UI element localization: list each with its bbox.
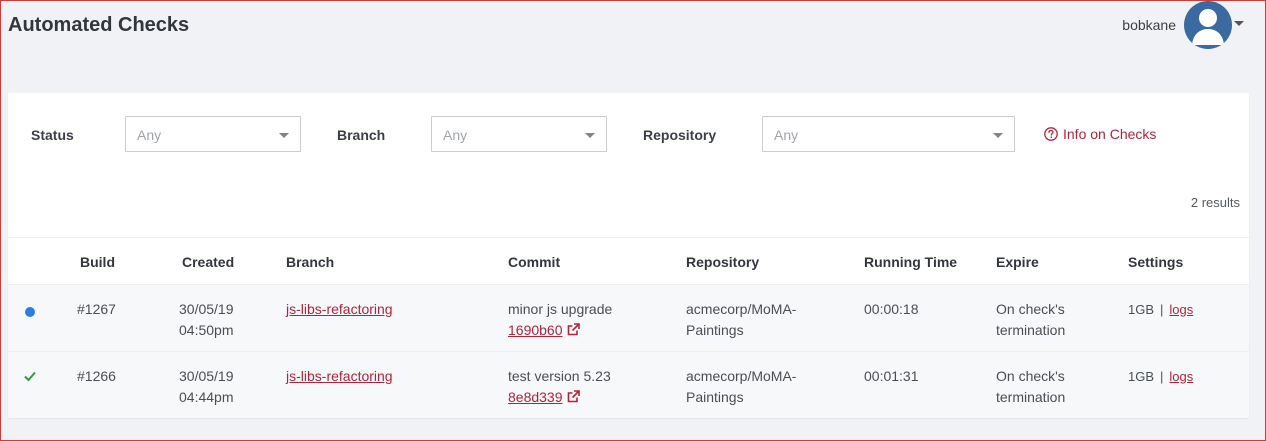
repository-filter-label: Repository [643,127,717,143]
settings-cell: 1GB | logs [1128,299,1193,320]
separator: | [1160,369,1164,384]
repository-name-line2: Paintings [686,389,744,405]
created-date: 30/05/19 [179,301,234,317]
running-time: 00:01:31 [864,368,919,384]
column-header-running-time: Running Time [864,254,958,270]
chevron-down-icon [585,133,595,138]
repository-cell: acmecorp/MoMA- Paintings [686,299,796,341]
external-link-icon[interactable] [567,323,580,336]
commit-message: minor js upgrade [508,301,613,317]
chevron-down-icon [279,133,289,138]
table-row[interactable]: #1266 30/05/19 04:44pm js-libs-refactori… [8,351,1249,418]
repository-cell: acmecorp/MoMA- Paintings [686,366,796,408]
repository-select-value: Any [774,127,799,143]
user-avatar-icon [1192,9,1224,45]
branch-link[interactable]: js-libs-refactoring [286,299,393,320]
check-icon [24,371,36,382]
running-status-icon [25,307,35,317]
info-link-label: Info on Checks [1063,126,1157,142]
avatar[interactable] [1184,1,1232,49]
logs-link[interactable]: logs [1169,302,1193,317]
page-title: Automated Checks [8,14,190,36]
logs-link[interactable]: logs [1169,369,1193,384]
repository-name-line2: Paintings [686,322,744,338]
table-header: Build Created Branch Commit Repository R… [8,237,1249,284]
question-circle-icon [1044,127,1058,141]
chevron-down-icon [993,133,1003,138]
checks-card: Status Any Branch Any Repository Any Inf… [8,93,1249,418]
chevron-down-icon[interactable] [1234,21,1244,26]
commit-hash-link[interactable]: 8e8d339 [508,389,563,405]
column-header-commit: Commit [508,254,561,270]
repository-name-line1: acmecorp/MoMA- [686,301,797,317]
branch-select[interactable]: Any [431,116,607,152]
build-number: #1267 [77,301,116,317]
expire-cell: On check's termination [996,299,1065,341]
created-time: 04:44pm [179,389,234,405]
external-link-icon[interactable] [567,390,580,403]
commit-hash-link[interactable]: 1690b60 [508,322,563,338]
expire-cell: On check's termination [996,366,1065,408]
expire-line2: termination [996,322,1066,338]
expire-line1: On check's [996,368,1065,384]
column-header-created: Created [182,254,235,270]
repository-select[interactable]: Any [762,116,1015,152]
branch-filter-label: Branch [337,127,386,143]
repository-name-line1: acmecorp/MoMA- [686,368,797,384]
column-header-build: Build [80,254,115,270]
info-on-checks-link[interactable]: Info on Checks [1044,126,1156,142]
column-header-settings: Settings [1128,254,1184,270]
column-header-repository: Repository [686,254,760,270]
separator: | [1160,302,1164,317]
username: bobkane [1122,17,1176,33]
commit-message: test version 5.23 [508,368,611,384]
created-date: 30/05/19 [179,368,234,384]
expire-line2: termination [996,389,1066,405]
build-number: #1266 [77,368,116,384]
filter-bar: Status Any Branch Any Repository Any Inf… [8,116,1249,152]
status-select[interactable]: Any [125,116,301,152]
results-count: 2 results [1190,195,1240,210]
column-header-expire: Expire [996,254,1039,270]
branch-link[interactable]: js-libs-refactoring [286,366,393,387]
user-menu[interactable]: bobkane [1122,0,1232,50]
created-cell: 30/05/19 04:50pm [179,299,234,341]
table-row[interactable]: #1267 30/05/19 04:50pm js-libs-refactori… [8,284,1249,351]
commit-cell: test version 5.23 8e8d339 [508,366,611,408]
settings-cell: 1GB | logs [1128,366,1193,387]
created-cell: 30/05/19 04:44pm [179,366,234,408]
memory-setting: 1GB [1128,369,1155,384]
column-header-branch: Branch [286,254,335,270]
status-filter-label: Status [31,127,74,143]
expire-line1: On check's [996,301,1065,317]
created-time: 04:50pm [179,322,234,338]
memory-setting: 1GB [1128,302,1155,317]
branch-select-value: Any [443,127,468,143]
running-time: 00:00:18 [864,301,919,317]
status-select-value: Any [137,127,162,143]
commit-cell: minor js upgrade 1690b60 [508,299,612,341]
